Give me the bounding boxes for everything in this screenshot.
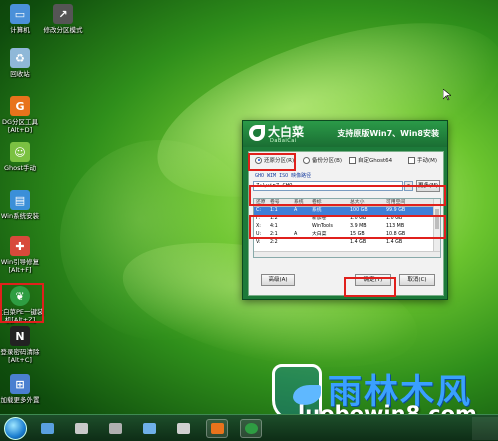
load-more-icon: ⊞ [10, 374, 30, 394]
keyboard-icon [176, 423, 190, 434]
diskgenius-icon [210, 423, 224, 434]
installer-window: 大白菜 DaBaiCai 支持原版Win7、Win8安装 还原分区(R) 备份分… [242, 120, 448, 300]
dabaicai-logo-icon [249, 125, 265, 141]
checkbox-custom-ghost[interactable]: 自定Ghost64 [349, 156, 392, 164]
taskbar-item-brush[interactable] [70, 419, 92, 438]
boot-repair-icon: ✚ [10, 236, 30, 256]
highlight-box [248, 153, 296, 171]
advanced-button[interactable]: 高级(A) [261, 274, 295, 286]
diskgenius-icon: G [10, 96, 30, 116]
partition-mode-icon: ↗ [53, 4, 73, 24]
desktop-icon-diskgenius[interactable]: G DG分区工具[Alt+D] [0, 96, 46, 134]
taskbar-item-diskgenius[interactable] [206, 419, 228, 438]
window-title: 支持原版Win7、Win8安装 [337, 129, 439, 138]
desktop-icon-boot-repair[interactable]: ✚ Win引导修复[Alt+F] [0, 236, 46, 274]
taskbar [0, 414, 498, 441]
folder-icon [40, 423, 54, 434]
highlight-box [249, 185, 446, 206]
highlight-box [344, 277, 396, 297]
computer-icon: ▭ [10, 4, 30, 24]
drive-icon [108, 423, 122, 434]
radio-icon [303, 156, 310, 164]
checkbox-icon [349, 156, 356, 164]
desktop-icon-win-setup[interactable]: ▤ Win系统安装 [0, 190, 46, 220]
start-button[interactable] [4, 417, 27, 440]
taskbar-item-keyboard[interactable] [172, 419, 194, 438]
highlight-box [249, 215, 446, 239]
desktop-icon-recycle-bin[interactable]: ♻ 回收站 [0, 48, 46, 78]
desktop-icon-partition-mode[interactable]: ↗ 修改分区模式 [37, 4, 89, 34]
taskbar-item-network[interactable] [138, 419, 160, 438]
checkbox-manual[interactable]: 手动(M) [408, 156, 437, 164]
taskbar-item-folder[interactable] [36, 419, 58, 438]
taskbar-item-dabaicai[interactable] [240, 419, 262, 438]
logo-subtext: DaBaiCai [270, 138, 297, 144]
network-icon [142, 423, 156, 434]
brush-icon [74, 423, 88, 434]
window-titlebar[interactable]: 大白菜 DaBaiCai 支持原版Win7、Win8安装 [243, 121, 447, 147]
desktop-icon-load-more[interactable]: ⊞ 加载更多外置 [0, 374, 46, 404]
wallpaper-leaf [60, 140, 260, 340]
table-row[interactable]: C: 1:1 A 系统 100 GB 99.9 GB [254, 207, 440, 215]
desktop-icon-password-clear[interactable]: N 登录密码清除[Alt+C] [0, 326, 46, 364]
taskbar-item-drive[interactable] [104, 419, 126, 438]
ghost-icon: ☺ [10, 142, 30, 162]
highlight-box [0, 283, 44, 323]
recycle-bin-icon: ♻ [10, 48, 30, 68]
desktop-icon-ghost[interactable]: ☺ Ghost手动 [0, 142, 46, 172]
cancel-button[interactable]: 取消(C) [399, 274, 435, 286]
checkbox-icon [408, 156, 415, 164]
dabaicai-icon [244, 423, 258, 434]
password-clear-icon: N [10, 326, 30, 346]
system-tray[interactable] [472, 417, 498, 440]
mouse-cursor-icon [443, 89, 451, 101]
table-row[interactable]: V: 2:2 1.4 GB 1.4 GB [254, 239, 440, 247]
horizontal-scrollbar[interactable] [254, 251, 440, 257]
win-setup-icon: ▤ [10, 190, 30, 210]
path-label: GHO WIM ISO 映像路径 [255, 173, 312, 179]
radio-backup[interactable]: 备份分区(B) [303, 156, 342, 164]
